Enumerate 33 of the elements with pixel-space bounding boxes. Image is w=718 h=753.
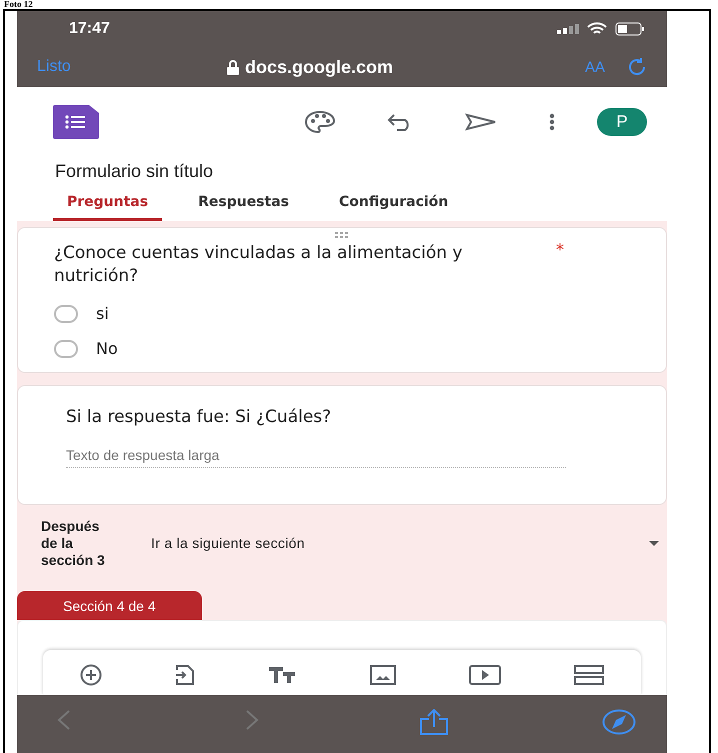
question-title: Si la respuesta fue: Si ¿Cuáles?	[66, 406, 332, 429]
status-time: 17:47	[69, 20, 110, 38]
tab[interactable]: Preguntas	[53, 190, 162, 221]
import-questions-icon[interactable]	[174, 664, 195, 686]
palette-icon[interactable]	[305, 111, 335, 133]
send-icon[interactable]	[465, 113, 497, 131]
title-text-icon[interactable]	[268, 666, 296, 684]
tab[interactable]: Configuración	[325, 190, 462, 221]
option-label: No	[96, 339, 118, 358]
wifi-icon	[587, 22, 607, 36]
radio-button[interactable]	[54, 340, 78, 358]
radio-button[interactable]	[54, 304, 78, 322]
drag-handle-icon[interactable]	[334, 232, 350, 238]
add-question-icon[interactable]	[80, 664, 102, 686]
section-label: Después de la sección 3	[41, 518, 106, 568]
battery-icon	[615, 22, 645, 36]
option-label: si	[96, 304, 109, 323]
required-asterisk: *	[556, 240, 564, 259]
lock-icon	[227, 60, 239, 74]
caption: Foto 12	[4, 0, 33, 9]
avatar[interactable]: P	[597, 108, 647, 136]
dropdown-arrow-icon[interactable]	[649, 540, 659, 546]
form-title: Formulario sin título	[55, 161, 214, 182]
section-dropdown[interactable]: Ir a la siguiente sección	[151, 535, 649, 551]
tab[interactable]: Respuestas	[184, 190, 303, 221]
url-text[interactable]: docs.google.com	[245, 56, 394, 78]
video-icon[interactable]	[468, 665, 501, 685]
forms-logo-icon	[53, 105, 99, 139]
add-section-icon[interactable]	[574, 665, 604, 685]
question-title: ¿Conoce cuentas vinculadas a la alimentación y nutrición?	[54, 242, 464, 288]
more-options-icon[interactable]	[549, 113, 555, 131]
image-icon[interactable]	[370, 665, 396, 685]
signal-icon	[557, 24, 579, 34]
